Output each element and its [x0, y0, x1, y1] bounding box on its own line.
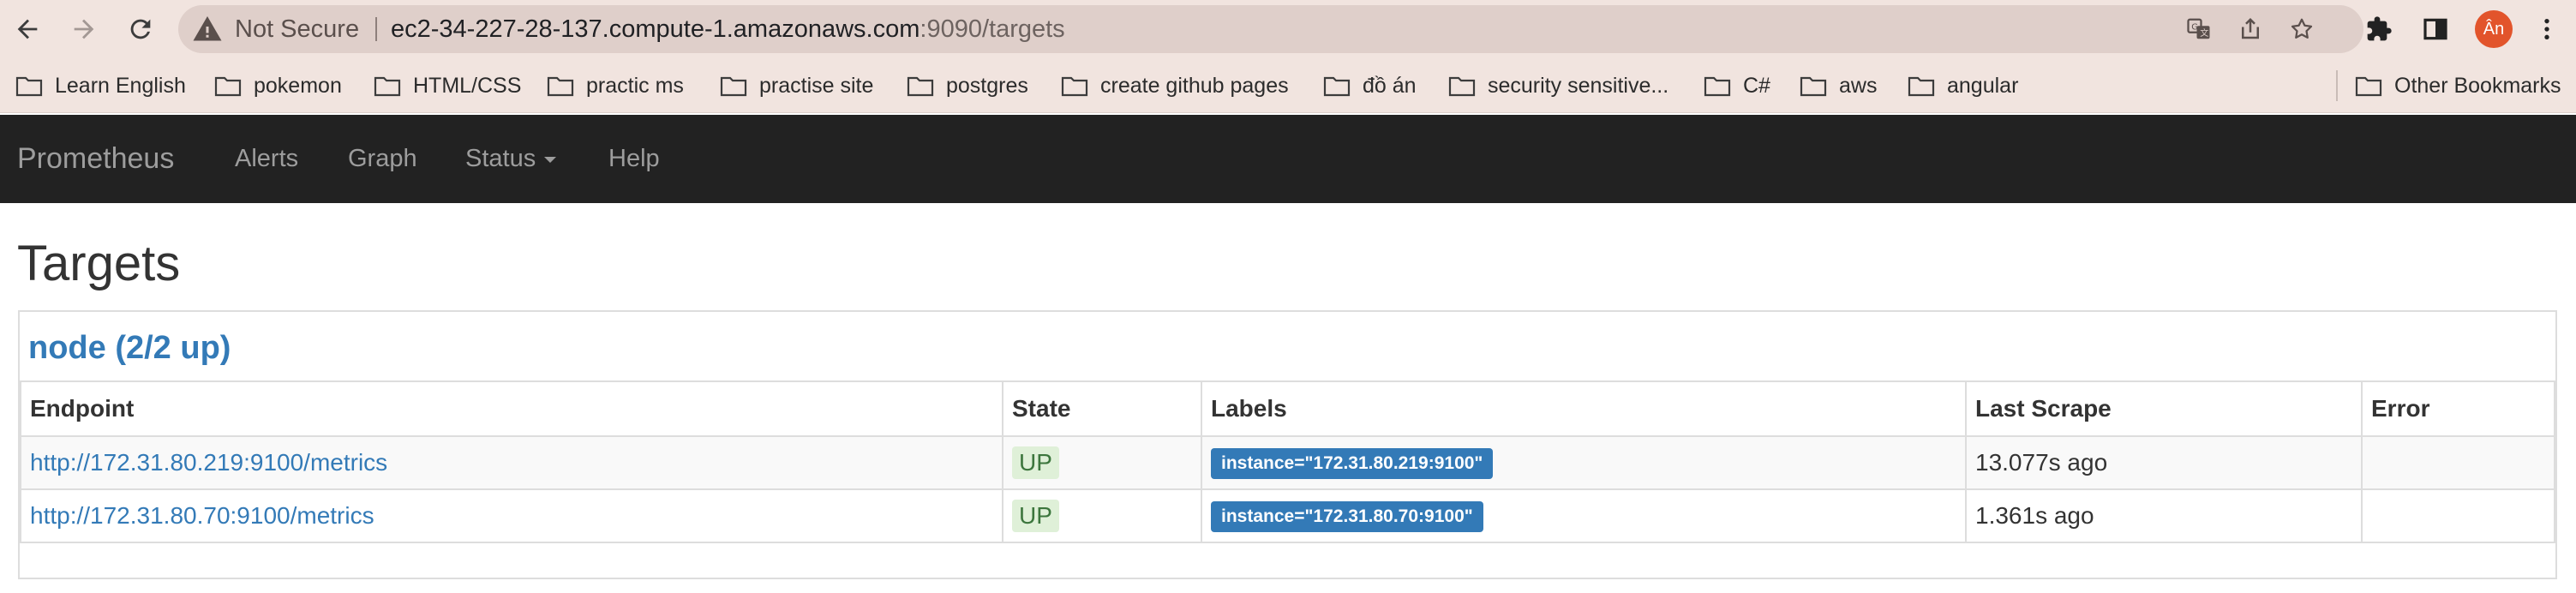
state-cell: UP: [1002, 435, 1202, 490]
bookmark-label: pokemon: [254, 73, 342, 98]
table-row: http://172.31.80.219:9100/metrics UP ins…: [20, 435, 2555, 490]
folder-icon: [907, 76, 934, 97]
column-header-labels: Labels: [1201, 380, 1967, 437]
folder-icon: [547, 76, 574, 97]
bookmark-folder[interactable]: create github pages: [1061, 58, 1289, 113]
bookmark-folder[interactable]: practise site: [720, 58, 873, 113]
bookmark-folder[interactable]: security sensitive...: [1448, 58, 1668, 113]
back-arrow-icon[interactable]: [7, 9, 48, 50]
bookmark-label: C#: [1743, 73, 1770, 98]
translate-icon[interactable]: G文: [2184, 14, 2214, 45]
labels-cell: instance="172.31.80.219:9100": [1201, 435, 1967, 490]
svg-text:文: 文: [2200, 27, 2208, 39]
nav-link-graph[interactable]: Graph: [348, 115, 417, 203]
omnibox-divider: [375, 17, 377, 41]
folder-icon: [1800, 76, 1827, 97]
folder-icon: [2355, 76, 2382, 97]
error-cell: [2361, 488, 2555, 543]
bookmark-folder[interactable]: practic ms: [547, 58, 684, 113]
caret-down-icon: [544, 156, 557, 163]
column-header-state: State: [1002, 380, 1202, 437]
bookmarks-separator: [2336, 70, 2338, 101]
state-badge: UP: [1012, 446, 1059, 479]
nav-link-help[interactable]: Help: [608, 115, 660, 203]
label-badge: instance="172.31.80.70:9100": [1211, 500, 1483, 532]
bookmark-label: đồ án: [1363, 73, 1417, 98]
labels-cell: instance="172.31.80.70:9100": [1201, 488, 1967, 543]
bookmark-folder[interactable]: Learn English: [15, 58, 186, 113]
job-panel: node (2/2 up) Endpoint State Labels Last…: [18, 310, 2557, 579]
targets-table: Endpoint State Labels Last Scrape Error …: [20, 380, 2555, 543]
bookmark-label: angular: [1947, 73, 2019, 98]
table-header-row: Endpoint State Labels Last Scrape Error: [20, 380, 2555, 437]
bookmark-label: practise site: [759, 73, 874, 98]
warning-triangle-icon[interactable]: [192, 14, 223, 45]
other-bookmarks-folder[interactable]: Other Bookmarks: [2355, 58, 2561, 113]
bookmark-folder[interactable]: C#: [1704, 58, 1770, 113]
side-panel-icon[interactable]: [2417, 10, 2454, 48]
bookmark-label: aws: [1839, 73, 1878, 98]
folder-icon: [720, 76, 747, 97]
state-cell: UP: [1002, 488, 1202, 543]
nav-dropdown-status[interactable]: Status: [465, 115, 557, 203]
column-header-last-scrape: Last Scrape: [1965, 380, 2363, 437]
table-row: http://172.31.80.70:9100/metrics UP inst…: [20, 488, 2555, 543]
url-path: :9090/targets: [920, 15, 1065, 43]
more-vert-icon[interactable]: [2528, 10, 2566, 48]
address-bar[interactable]: Not Secure ec2-34-227-28-137.compute-1.a…: [178, 5, 2363, 53]
bookmark-label: HTML/CSS: [413, 73, 522, 98]
endpoint-cell: http://172.31.80.70:9100/metrics: [20, 488, 1003, 543]
bookmark-folder[interactable]: aws: [1800, 58, 1877, 113]
reload-icon[interactable]: [120, 9, 161, 50]
folder-icon: [15, 76, 43, 97]
state-badge: UP: [1012, 500, 1059, 532]
label-badge: instance="172.31.80.219:9100": [1211, 447, 1494, 479]
bookmark-folder[interactable]: pokemon: [214, 58, 342, 113]
browser-toolbar: Not Secure ec2-34-227-28-137.compute-1.a…: [0, 0, 2576, 58]
folder-icon: [1704, 76, 1731, 97]
endpoint-cell: http://172.31.80.219:9100/metrics: [20, 435, 1003, 490]
bookmark-label: create github pages: [1100, 73, 1289, 98]
folder-icon: [374, 76, 401, 97]
profile-avatar[interactable]: Ân: [2475, 10, 2513, 48]
error-cell: [2361, 435, 2555, 490]
navbar-brand[interactable]: Prometheus: [17, 115, 174, 203]
not-secure-label[interactable]: Not Secure: [235, 5, 359, 53]
page-title: Targets: [17, 236, 181, 291]
star-icon[interactable]: [2286, 14, 2317, 45]
bookmark-folder[interactable]: angular: [1908, 58, 2018, 113]
last-scrape-cell: 13.077s ago: [1965, 435, 2363, 490]
url-host: ec2-34-227-28-137.compute-1.amazonaws.co…: [391, 15, 920, 43]
folder-icon: [1323, 76, 1351, 97]
column-header-endpoint: Endpoint: [20, 380, 1003, 437]
bookmark-folder[interactable]: HTML/CSS: [374, 58, 521, 113]
job-title-link[interactable]: node (2/2 up): [28, 327, 231, 368]
bookmark-label: security sensitive...: [1488, 73, 1669, 98]
url-text[interactable]: ec2-34-227-28-137.compute-1.amazonaws.co…: [391, 5, 1065, 53]
folder-icon: [1061, 76, 1088, 97]
bookmark-folder[interactable]: đồ án: [1323, 58, 1417, 113]
endpoint-link[interactable]: http://172.31.80.70:9100/metrics: [30, 502, 374, 529]
bookmarks-bar: Learn English pokemon HTML/CSS practic m…: [0, 58, 2576, 113]
bookmark-label: postgres: [946, 73, 1028, 98]
share-icon[interactable]: [2235, 14, 2266, 45]
other-bookmarks-label: Other Bookmarks: [2394, 73, 2561, 98]
column-header-error: Error: [2361, 380, 2555, 437]
prometheus-navbar: Prometheus Alerts Graph Status Help: [0, 115, 2576, 203]
folder-icon: [214, 76, 242, 97]
last-scrape-cell: 1.361s ago: [1965, 488, 2363, 543]
bookmark-label: Learn English: [55, 73, 186, 98]
nav-link-alerts[interactable]: Alerts: [235, 115, 298, 203]
endpoint-link[interactable]: http://172.31.80.219:9100/metrics: [30, 449, 387, 476]
extensions-puzzle-icon[interactable]: [2360, 10, 2398, 48]
bookmark-folder[interactable]: postgres: [907, 58, 1028, 113]
forward-arrow-icon[interactable]: [63, 9, 105, 50]
bookmark-label: practic ms: [586, 73, 684, 98]
folder-icon: [1908, 76, 1935, 97]
nav-dropdown-status-label: Status: [465, 145, 536, 172]
folder-icon: [1448, 76, 1476, 97]
